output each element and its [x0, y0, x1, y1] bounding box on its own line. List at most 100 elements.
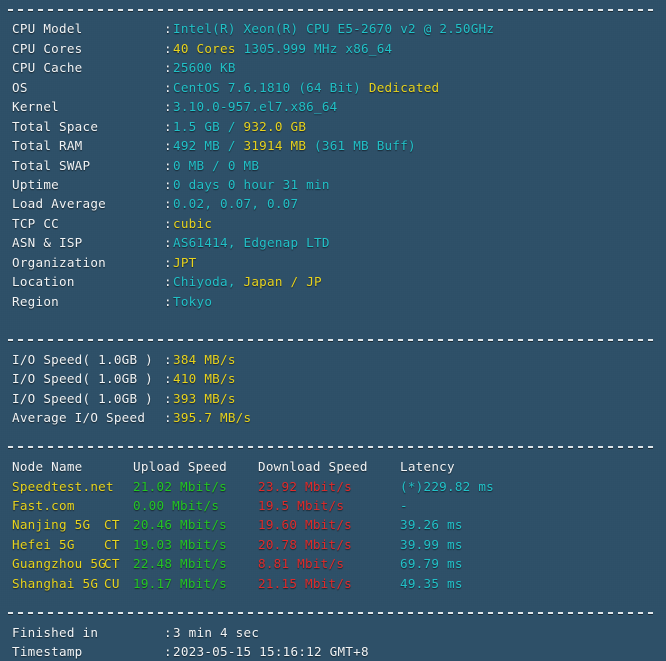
spacer — [0, 311, 666, 330]
speedtest-table: Node NameUpload SpeedDownload SpeedLaten… — [0, 457, 666, 593]
info-colon: : — [164, 214, 173, 233]
info-value: 932.0 GB — [244, 119, 307, 134]
info-value: 0 MB — [228, 158, 259, 173]
io-value: 384 MB/s — [173, 352, 236, 367]
info-value: 0.02, 0.07, 0.07 — [173, 196, 298, 211]
io-row: I/O Speed( 1.0GB ):410 MB/s — [0, 369, 666, 388]
info-colon: : — [164, 39, 173, 58]
info-row: Region:Tokyo — [0, 292, 666, 311]
info-value: / — [212, 158, 228, 173]
spacer — [0, 428, 666, 438]
io-label: I/O Speed( 1.0GB ) — [12, 369, 164, 388]
info-value: 40 Cores — [173, 41, 236, 56]
info-label: ASN & ISP — [12, 233, 164, 252]
column-header-latency: Latency — [400, 457, 455, 476]
separator-speedtest — [0, 438, 666, 457]
info-value: AS61414, Edgenap LTD — [173, 235, 330, 250]
info-row: TCP CC:cubic — [0, 214, 666, 233]
upload-speed: 21.02 Mbit/s — [133, 477, 258, 496]
latency-value: 39.99 ms — [400, 535, 463, 554]
node-isp-tag: CU — [104, 574, 133, 593]
download-speed: 20.78 Mbit/s — [258, 535, 400, 554]
latency-value: 69.79 ms — [400, 554, 463, 573]
info-value: 25600 KB — [173, 60, 236, 75]
info-value: / — [228, 138, 244, 153]
footer-value: 3 min 4 sec — [173, 625, 259, 640]
system-info-section: CPU Model:Intel(R) Xeon(R) CPU E5-2670 v… — [0, 19, 666, 311]
info-row: Load Average:0.02, 0.07, 0.07 — [0, 194, 666, 213]
info-colon: : — [164, 117, 173, 136]
info-row: CPU Cores:40 Cores 1305.999 MHz x86_64 — [0, 39, 666, 58]
io-value: 395.7 MB/s — [173, 410, 251, 425]
io-label: I/O Speed( 1.0GB ) — [12, 389, 164, 408]
info-label: Location — [12, 272, 164, 291]
info-colon: : — [164, 156, 173, 175]
info-row: OS:CentOS 7.6.1810 (64 Bit) Dedicated — [0, 78, 666, 97]
upload-speed: 20.46 Mbit/s — [133, 515, 258, 534]
download-speed: 19.60 Mbit/s — [258, 515, 400, 534]
download-speed: 8.81 Mbit/s — [258, 554, 400, 573]
io-colon: : — [164, 389, 173, 408]
info-value: Japan / JP — [244, 274, 322, 289]
terminal-window: CPU Model:Intel(R) Xeon(R) CPU E5-2670 v… — [0, 0, 666, 607]
node-cell: Nanjing 5GCT — [12, 515, 133, 534]
latency-value: (*)229.82 ms — [400, 477, 494, 496]
io-colon: : — [164, 350, 173, 369]
node-label: Shanghai 5G — [12, 574, 104, 593]
node-cell: Hefei 5GCT — [12, 535, 133, 554]
info-value: 1305.999 MHz x86_64 — [236, 41, 393, 56]
latency-value: 39.26 ms — [400, 515, 463, 534]
info-label: OS — [12, 78, 164, 97]
info-row: Organization:JPT — [0, 253, 666, 272]
node-cell: Guangzhou 5GCT — [12, 554, 133, 573]
latency-value: 49.35 ms — [400, 574, 463, 593]
io-row: Average I/O Speed:395.7 MB/s — [0, 408, 666, 427]
info-label: Total Space — [12, 117, 164, 136]
column-header-node: Node Name — [12, 457, 133, 476]
footer-label: Finished in — [12, 623, 164, 642]
info-label: CPU Model — [12, 19, 164, 38]
info-value: JPT — [173, 255, 197, 270]
info-colon: : — [164, 136, 173, 155]
upload-speed: 0.00 Mbit/s — [133, 496, 258, 515]
info-value: 492 MB — [173, 138, 228, 153]
io-label: I/O Speed( 1.0GB ) — [12, 350, 164, 369]
io-colon: : — [164, 408, 173, 427]
node-cell: Speedtest.net — [12, 477, 133, 496]
spacer — [0, 593, 666, 603]
separator-rule — [8, 612, 657, 614]
info-colon: : — [164, 233, 173, 252]
separator-rule — [8, 9, 657, 11]
latency-value: - — [400, 496, 408, 515]
separator-footer — [0, 603, 666, 622]
info-label: Load Average — [12, 194, 164, 213]
upload-speed: 19.17 Mbit/s — [133, 574, 258, 593]
node-label: Nanjing 5G — [12, 515, 104, 534]
speedtest-header-row: Node NameUpload SpeedDownload SpeedLaten… — [0, 457, 666, 476]
separator-io — [0, 330, 666, 349]
info-row: CPU Cache:25600 KB — [0, 58, 666, 77]
speedtest-row: Nanjing 5GCT20.46 Mbit/s19.60 Mbit/s39.2… — [0, 515, 666, 534]
info-value: Dedicated — [369, 80, 440, 95]
io-label: Average I/O Speed — [12, 408, 164, 427]
io-row: I/O Speed( 1.0GB ):393 MB/s — [0, 389, 666, 408]
info-colon: : — [164, 58, 173, 77]
info-colon: : — [164, 253, 173, 272]
footer-colon: : — [164, 623, 173, 642]
footer-value: 2023-05-15 15:16:12 GMT+8 — [173, 644, 369, 659]
info-label: CPU Cores — [12, 39, 164, 58]
node-isp-tag: CT — [104, 535, 133, 554]
info-colon: : — [164, 175, 173, 194]
footer-section: Finished in:3 min 4 secTimestamp:2023-05… — [0, 623, 666, 661]
info-row: Kernel:3.10.0-957.el7.x86_64 — [0, 97, 666, 116]
column-header-upload: Upload Speed — [133, 457, 258, 476]
info-colon: : — [164, 97, 173, 116]
download-speed: 19.5 Mbit/s — [258, 496, 400, 515]
info-row: Location:Chiyoda, Japan / JP — [0, 272, 666, 291]
node-label: Guangzhou 5G — [12, 554, 104, 573]
info-label: TCP CC — [12, 214, 164, 233]
info-colon: : — [164, 194, 173, 213]
io-value: 393 MB/s — [173, 391, 236, 406]
node-isp-tag: CT — [104, 515, 133, 534]
info-value: 31914 MB — [244, 138, 307, 153]
